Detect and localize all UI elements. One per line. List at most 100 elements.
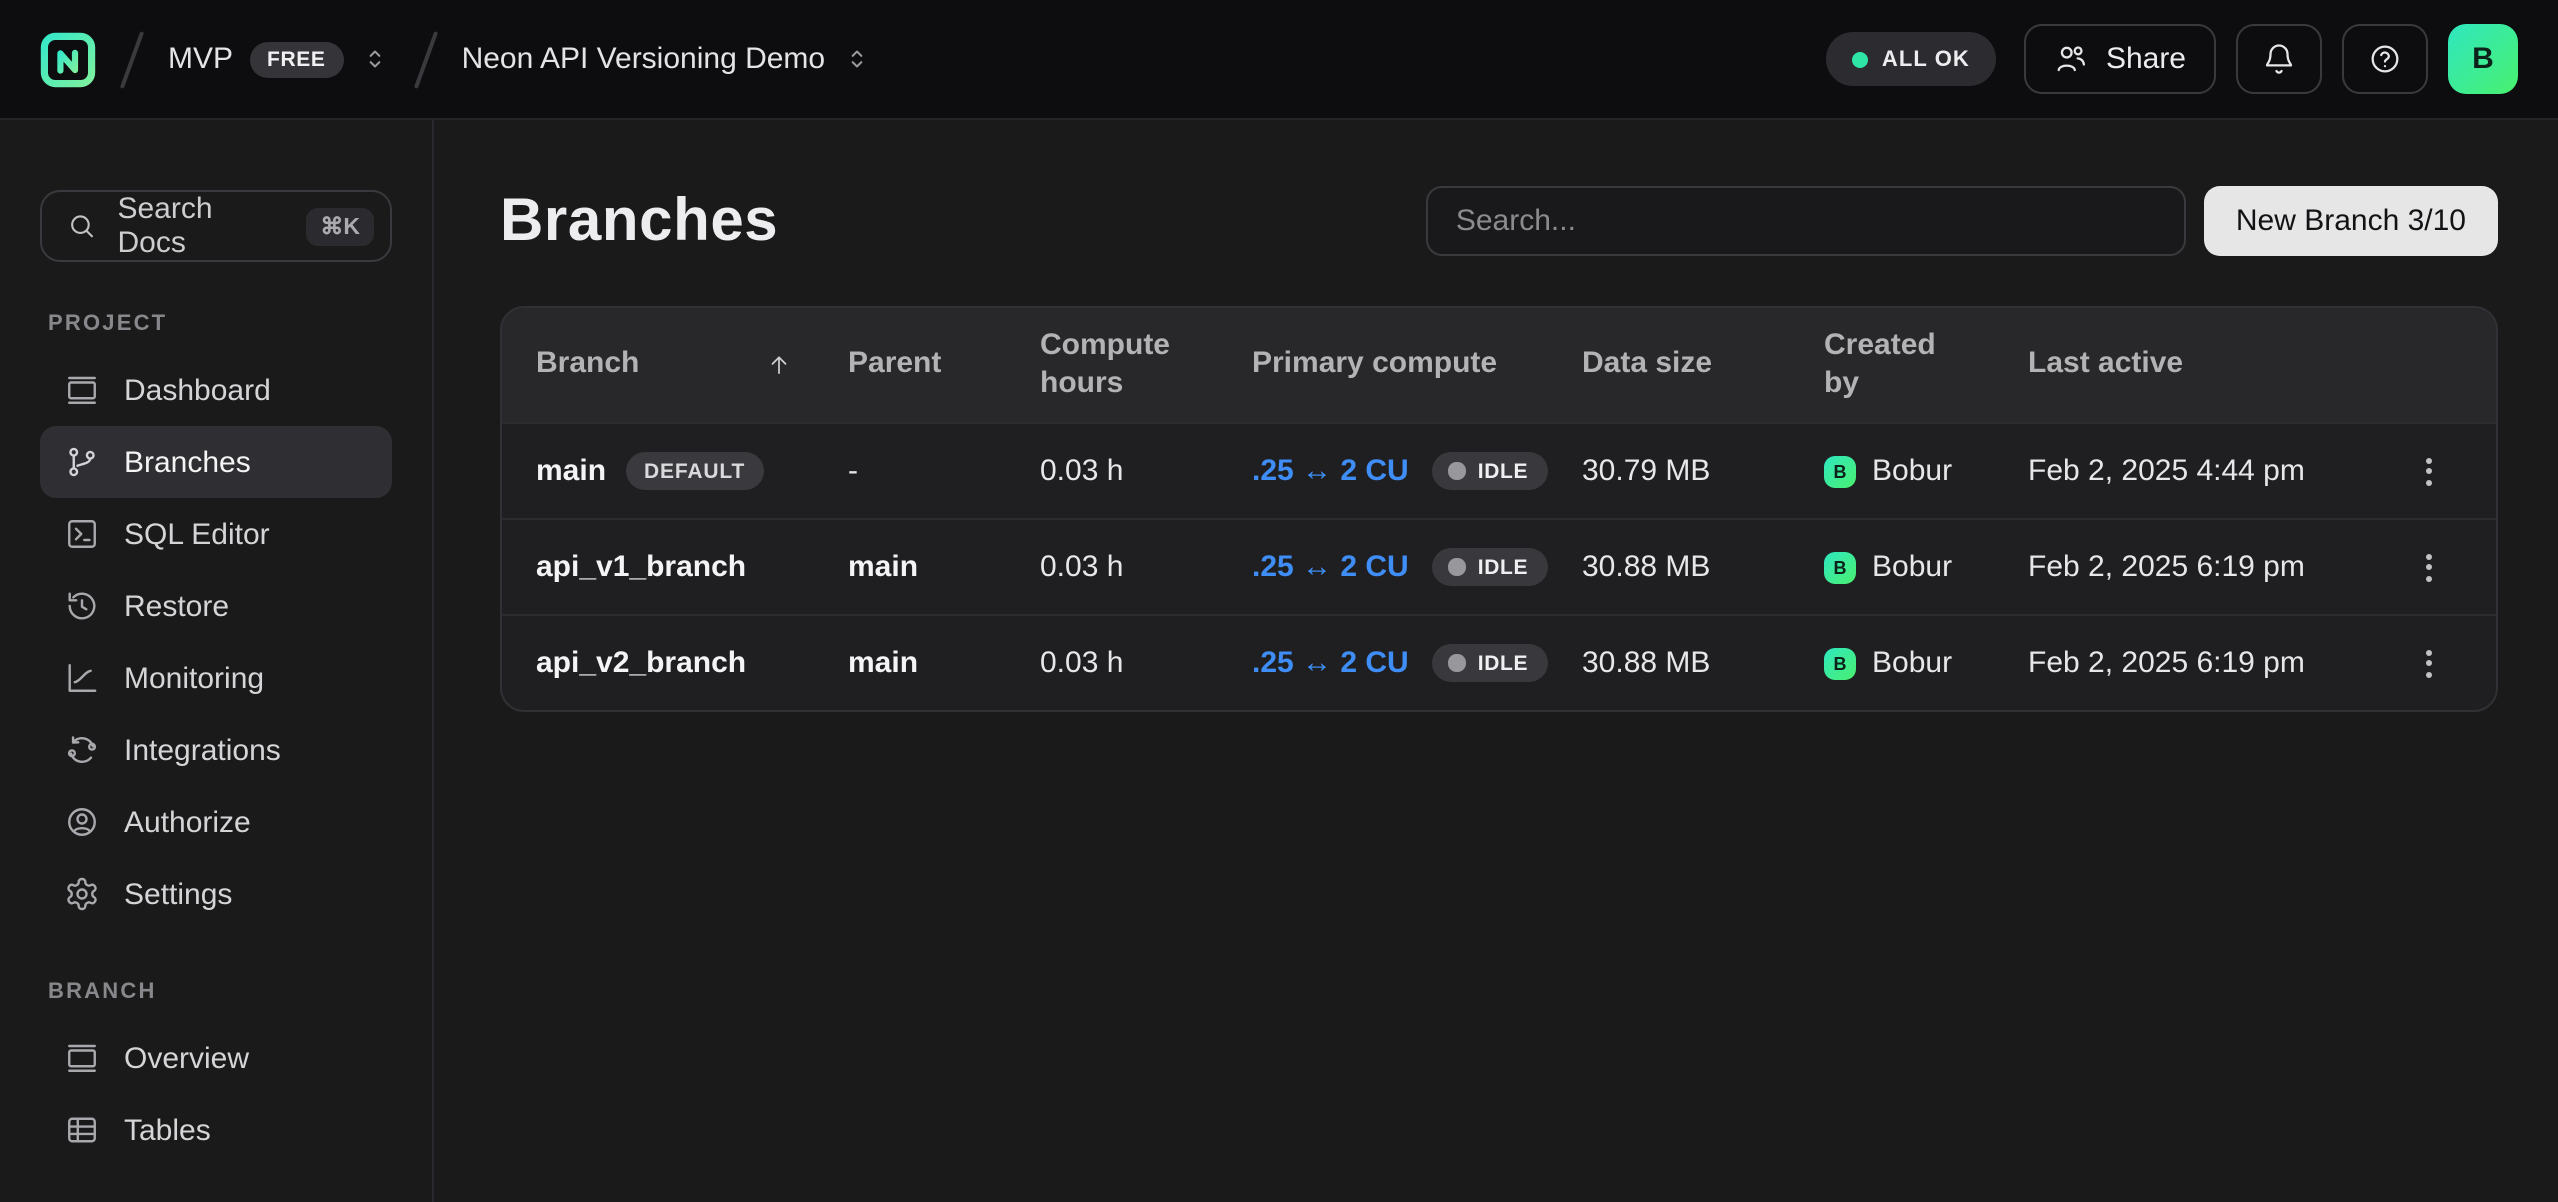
- sidebar-item-integrations[interactable]: Integrations: [40, 714, 392, 786]
- state-dot-icon: [1449, 559, 1466, 576]
- breadcrumb-divider: [120, 30, 144, 88]
- sidebar-item-restore[interactable]: Restore: [40, 570, 392, 642]
- kebab-dot-icon: [2426, 479, 2432, 485]
- share-button[interactable]: Share: [2024, 24, 2216, 94]
- default-badge: DEFAULT: [626, 452, 763, 490]
- sidebar-nav: PROJECT DashboardBranches SQL Editor Restor…: [40, 312, 392, 1166]
- bell-icon: [2262, 42, 2296, 76]
- settings-icon: [64, 876, 100, 912]
- sidebar-item-label: Integrations: [124, 733, 281, 767]
- nav-section-label: BRANCH: [48, 980, 392, 1004]
- app-body: Search Docs ⌘K PROJECTDashboardBranchesS…: [0, 120, 2558, 1202]
- branch-name: api_v2_branch: [536, 646, 746, 680]
- sidebar-item-authorize[interactable]: Authorize: [40, 786, 392, 858]
- overview-icon: [64, 1040, 100, 1076]
- org-name: MVP: [168, 42, 233, 76]
- state-label: IDLE: [1478, 555, 1528, 579]
- table-header: BranchParentCompute hoursPrimary compute…: [502, 308, 2496, 422]
- sidebar-item-branches[interactable]: Branches: [40, 426, 392, 498]
- topbar-actions: ALL OK Share B: [1826, 24, 2518, 94]
- help-button[interactable]: [2342, 24, 2428, 94]
- branches-table: BranchParentCompute hoursPrimary compute…: [500, 306, 2498, 712]
- status-dot-icon: [1852, 51, 1868, 67]
- keyboard-shortcut-badge: ⌘K: [306, 207, 374, 245]
- compute-range: .25 ↔ 2 CU: [1252, 550, 1409, 584]
- column-header-label: Created by: [1824, 328, 1972, 403]
- new-branch-button[interactable]: New Branch 3/10: [2204, 186, 2498, 256]
- chevron-updown-icon: [360, 44, 390, 74]
- compute-range: .25 ↔ 2 CU: [1252, 646, 1409, 680]
- parent-cell: main: [848, 646, 1040, 680]
- branch-cell: api_v1_branch: [502, 550, 848, 584]
- sidebar-item-settings[interactable]: Settings: [40, 858, 392, 930]
- table-row[interactable]: api_v2_branchmain0.03 h.25 ↔ 2 CUIDLE30.…: [502, 614, 2496, 710]
- avatar: B: [1824, 551, 1856, 583]
- created-by-cell: BBobur: [1824, 550, 2028, 584]
- kebab-dot-icon: [2426, 468, 2432, 474]
- row-menu-button[interactable]: [2399, 441, 2459, 501]
- users-icon: [2054, 42, 2088, 76]
- primary-compute-cell: .25 ↔ 2 CU IDLE: [1252, 548, 1582, 586]
- compute-hours-cell: 0.03 h: [1040, 550, 1252, 584]
- search-docs-button[interactable]: Search Docs ⌘K: [40, 190, 392, 262]
- nav-section-label: PROJECT: [48, 312, 392, 336]
- sidebar-item-dashboard[interactable]: Dashboard: [40, 354, 392, 426]
- neon-logo-icon[interactable]: [40, 31, 96, 87]
- data-size-cell: 30.79 MB: [1582, 454, 1824, 488]
- avatar: B: [1824, 647, 1856, 679]
- table-row[interactable]: api_v1_branchmain 0.03 h.25 ↔ 2 CU IDLE 30.…: [502, 518, 2496, 614]
- sidebar-item-label: SQL Editor: [124, 517, 270, 551]
- row-menu-button[interactable]: [2399, 537, 2459, 597]
- user-avatar[interactable]: B: [2448, 24, 2518, 94]
- topbar: MVP FREE Neon API Versioning Demo ALL OK…: [0, 0, 2558, 120]
- branches-icon: [64, 444, 100, 480]
- created-by-name: Bobur: [1872, 646, 1952, 680]
- dashboard-icon: [64, 372, 100, 408]
- breadcrumb: MVP FREE Neon API Versioning Demo: [40, 29, 871, 89]
- project-selector[interactable]: Neon API Versioning Demo: [462, 42, 872, 76]
- column-header-branch[interactable]: Branch: [502, 346, 848, 384]
- column-header-label: Last active: [2028, 346, 2183, 384]
- parent-cell: -: [848, 454, 1040, 488]
- status-label: ALL OK: [1882, 47, 1970, 71]
- sidebar-item-monitoring[interactable]: Monitoring: [40, 642, 392, 714]
- table-body: mainDEFAULT-0.03 h.25 ↔ 2 CUIDLE30.79 MB…: [502, 422, 2496, 710]
- compute-hours-cell: 0.03 h: [1040, 646, 1252, 680]
- compute-range: .25 ↔ 2 CU: [1252, 454, 1409, 488]
- sidebar-item-sql-editor[interactable]: SQL Editor: [40, 498, 392, 570]
- sort-up-icon: [766, 352, 792, 378]
- notifications-button[interactable]: [2236, 24, 2322, 94]
- branch-name: main: [536, 454, 606, 488]
- data-size-cell: 30.88 MB: [1582, 646, 1824, 680]
- authorize-icon: [64, 804, 100, 840]
- branch-cell: main DEFAULT: [502, 452, 848, 490]
- table-row[interactable]: mainDEFAULT-0.03 h.25 ↔ 2 CUIDLE30.79 MB…: [502, 422, 2496, 518]
- main-content: Branches New Branch 3/10 BranchParentCom…: [434, 120, 2558, 1202]
- parent-name: main: [848, 550, 918, 584]
- sidebar-item-label: Overview: [124, 1041, 249, 1075]
- column-header-label: Primary compute: [1252, 346, 1497, 384]
- sidebar-item-tables[interactable]: Tables: [40, 1094, 392, 1166]
- created-by-name: Bobur: [1872, 454, 1952, 488]
- status-badge[interactable]: ALL OK: [1826, 32, 1996, 86]
- kebab-dot-icon: [2426, 649, 2432, 655]
- page-title: Branches: [500, 187, 778, 255]
- app-root: MVP FREE Neon API Versioning Demo ALL OK…: [0, 0, 2558, 1202]
- parent-name: main: [848, 646, 918, 680]
- org-selector[interactable]: MVP FREE: [168, 41, 390, 77]
- column-header-label: Compute hours: [1040, 328, 1196, 403]
- search-docs-label: Search Docs: [117, 192, 286, 260]
- kebab-dot-icon: [2426, 671, 2432, 677]
- restore-icon: [64, 588, 100, 624]
- share-label: Share: [2106, 42, 2186, 76]
- sidebar: Search Docs ⌘K PROJECT DashboardBranches S…: [0, 120, 434, 1202]
- data-size-cell: 30.88 MB: [1582, 550, 1824, 584]
- column-header-last-active: Last active: [2028, 346, 2362, 384]
- branch-search-input[interactable]: [1426, 186, 2186, 256]
- sidebar-item-overview[interactable]: Overview: [40, 1022, 392, 1094]
- integrations-icon: [64, 732, 100, 768]
- sidebar-item-label: Settings: [124, 877, 232, 911]
- sidebar-item-label: Restore: [124, 589, 229, 623]
- branch-cell: api_v2_branch: [502, 646, 848, 680]
- row-menu-button[interactable]: [2399, 633, 2459, 693]
